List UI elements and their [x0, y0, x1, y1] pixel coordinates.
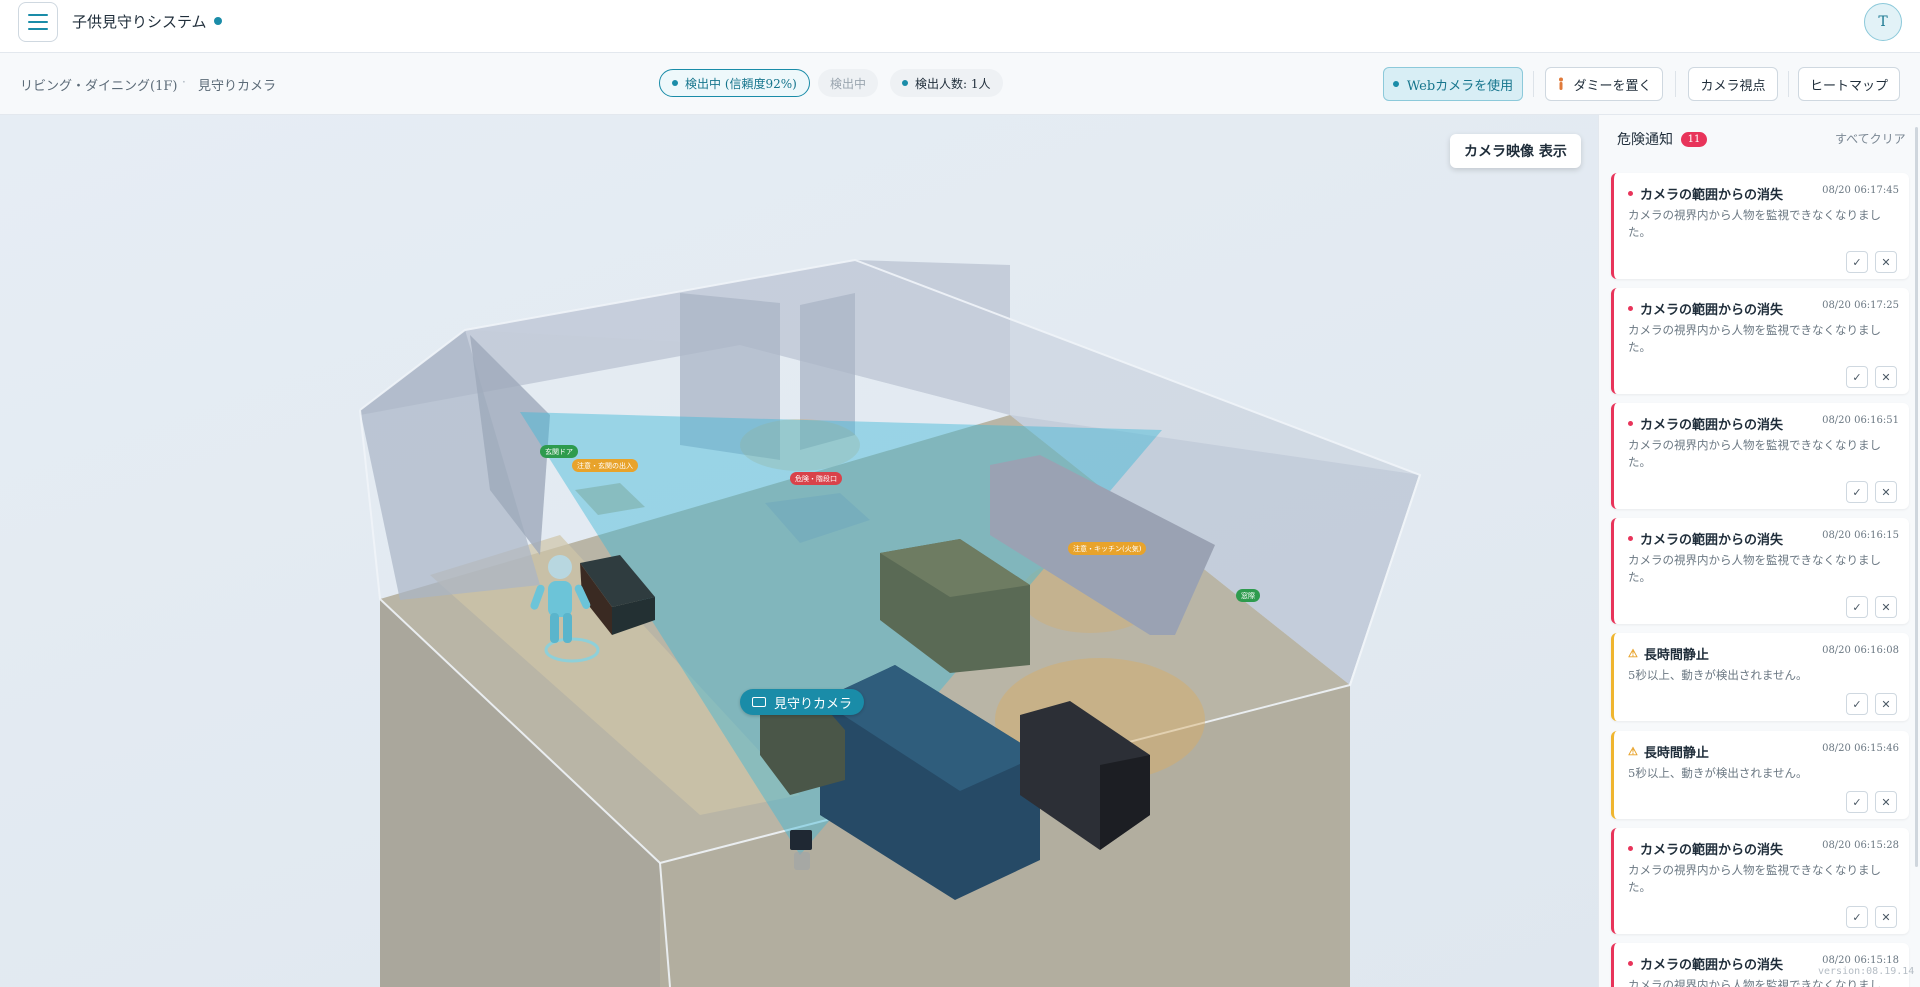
danger-dot-icon	[1628, 306, 1633, 311]
acknowledge-alert-button[interactable]: ✓	[1846, 251, 1868, 273]
room-scene	[359, 258, 1422, 987]
alert-card[interactable]: カメラの範囲からの消失 08/20 06:16:51 カメラの視界内から人物を監視で…	[1611, 403, 1909, 509]
connection-status-dot	[214, 17, 222, 25]
app-title: 子供見守りシステム	[72, 13, 207, 31]
alerts-header: 危険通知 11	[1617, 129, 1707, 149]
user-avatar[interactable]: T	[1864, 3, 1902, 41]
alerts-title: 危険通知	[1617, 132, 1673, 148]
alerts-count-badge: 11	[1681, 131, 1707, 147]
alert-time: 08/20 06:17:45	[1822, 185, 1899, 196]
clear-all-button[interactable]: すべてクリア	[1835, 130, 1906, 147]
danger-dot-icon	[1628, 846, 1633, 851]
alerts-panel: 危険通知 11 すべてクリア カメラの範囲からの消失 08/20 06:17:45…	[1598, 115, 1920, 987]
alert-title: カメラの範囲からの消失	[1628, 299, 1783, 318]
toolbar-divider	[1788, 71, 1789, 97]
dismiss-alert-button[interactable]: ✕	[1875, 791, 1897, 813]
camera-label[interactable]: 見守りカメラ	[740, 689, 865, 715]
detection-confidence-pill: 検出中 (信頼度92%)	[659, 69, 810, 97]
camera-view-button[interactable]: カメラ視点	[1688, 67, 1778, 101]
alert-title: ⚠ 長時間静止	[1628, 745, 1709, 761]
alert-title: カメラの範囲からの消失	[1628, 414, 1783, 433]
acknowledge-alert-button[interactable]: ✓	[1846, 693, 1868, 715]
alert-message: カメラの視界内から人物を監視できなくなりました。	[1628, 438, 1881, 469]
alert-message: カメラの視界内から人物を監視できなくなりました。	[1628, 978, 1881, 987]
alert-title: カメラの範囲からの消失	[1628, 184, 1783, 203]
alert-card[interactable]: カメラの範囲からの消失 08/20 06:15:28 カメラの視界内から人物を監視で…	[1611, 828, 1909, 934]
alert-card[interactable]: カメラの範囲からの消失 08/20 06:15:18 カメラの視界内から人物を監視で…	[1611, 943, 1909, 987]
alert-title: カメラの範囲からの消失	[1628, 839, 1783, 858]
camera-icon	[752, 697, 766, 707]
zone-tag-window[interactable]: 窓際	[1236, 589, 1260, 602]
danger-dot-icon	[1628, 961, 1633, 966]
alert-time: 08/20 06:17:25	[1822, 300, 1899, 311]
zone-tag-entrance-door[interactable]: 玄関ドア	[540, 445, 578, 458]
alert-time: 08/20 06:15:18	[1822, 955, 1899, 966]
danger-dot-icon	[1628, 536, 1633, 541]
alert-time: 08/20 06:15:28	[1822, 840, 1899, 851]
hamburger-menu-button[interactable]	[18, 2, 58, 42]
sub-toolbar: リビング・ダイニング(1F) · 見守りカメラ 検出中 (信頼度92%) 検出中…	[0, 53, 1920, 115]
alert-card[interactable]: カメラの範囲からの消失 08/20 06:16:15 カメラの視界内から人物を監視で…	[1611, 518, 1909, 624]
dismiss-alert-button[interactable]: ✕	[1875, 693, 1897, 715]
alert-message: 5秒以上、動きが検出されません。	[1628, 766, 1808, 780]
alert-card[interactable]: カメラの範囲からの消失 08/20 06:17:45 カメラの視界内から人物を監視で…	[1611, 173, 1909, 279]
alert-message: カメラの視界内から人物を監視できなくなりました。	[1628, 208, 1881, 239]
place-dummy-button[interactable]: ダミーを置く	[1545, 67, 1663, 101]
status-dot-icon	[1392, 81, 1399, 87]
danger-dot-icon	[1628, 191, 1633, 196]
heatmap-button[interactable]: ヒートマップ	[1798, 67, 1900, 101]
alert-title: カメラの範囲からの消失	[1628, 954, 1783, 973]
alerts-scrollbar[interactable]	[1915, 127, 1918, 867]
warning-icon: ⚠	[1628, 745, 1638, 758]
alert-time: 08/20 06:16:15	[1822, 530, 1899, 541]
alert-card[interactable]: ⚠ 長時間静止 08/20 06:16:08 5秒以上、動きが検出されません。 ✓ ✕	[1611, 633, 1909, 721]
top-header: 子供見守りシステム T	[0, 0, 1920, 53]
alert-time: 08/20 06:15:46	[1822, 743, 1899, 754]
acknowledge-alert-button[interactable]: ✓	[1846, 596, 1868, 618]
room-3d-viewport[interactable]: カメラ映像 表示 玄関ドア 注意・玄関の出入 危険・階段口 注意・キッチン(火気…	[0, 115, 1598, 987]
person-icon	[1559, 77, 1564, 90]
alert-message: カメラの視界内から人物を監視できなくなりました。	[1628, 863, 1881, 894]
detection-status-pill: 検出中	[818, 69, 879, 97]
dismiss-alert-button[interactable]: ✕	[1875, 251, 1897, 273]
alert-message: カメラの視界内から人物を監視できなくなりました。	[1628, 553, 1881, 584]
dismiss-alert-button[interactable]: ✕	[1875, 366, 1897, 388]
alert-time: 08/20 06:16:51	[1822, 415, 1899, 426]
status-dot-icon	[672, 80, 678, 86]
danger-dot-icon	[1628, 421, 1633, 426]
zone-tag-kitchen-warning[interactable]: 注意・キッチン(火気)	[1068, 542, 1147, 555]
alert-card[interactable]: カメラの範囲からの消失 08/20 06:17:25 カメラの視界内から人物を監視で…	[1611, 288, 1909, 394]
dismiss-alert-button[interactable]: ✕	[1875, 481, 1897, 503]
acknowledge-alert-button[interactable]: ✓	[1846, 366, 1868, 388]
alert-title: カメラの範囲からの消失	[1628, 529, 1783, 548]
zone-tag-danger-stairs[interactable]: 危険・階段口	[790, 472, 842, 485]
acknowledge-alert-button[interactable]: ✓	[1846, 906, 1868, 928]
alert-message: カメラの視界内から人物を監視できなくなりました。	[1628, 323, 1881, 354]
menu-icon	[28, 14, 48, 16]
alert-message: 5秒以上、動きが検出されません。	[1628, 668, 1808, 682]
breadcrumb-room[interactable]: リビング・ダイニング(1F)	[20, 75, 177, 94]
zone-tag-entrance-warning[interactable]: 注意・玄関の出入	[572, 459, 638, 472]
dismiss-alert-button[interactable]: ✕	[1875, 596, 1897, 618]
detected-child-figure	[548, 555, 572, 579]
breadcrumb-camera[interactable]: 見守りカメラ	[198, 75, 276, 94]
alert-time: 08/20 06:16:08	[1822, 645, 1899, 656]
warning-icon: ⚠	[1628, 647, 1638, 660]
camera-feed-toggle-button[interactable]: カメラ映像 表示	[1450, 134, 1581, 168]
toolbar-divider	[1675, 71, 1676, 97]
toolbar-divider	[1533, 71, 1534, 97]
use-webcam-button[interactable]: Webカメラを使用	[1383, 67, 1523, 101]
detected-count-pill: 検出人数: 1人	[890, 69, 1003, 97]
alert-title: ⚠ 長時間静止	[1628, 647, 1709, 663]
camera-device	[790, 830, 812, 850]
acknowledge-alert-button[interactable]: ✓	[1846, 791, 1868, 813]
version-label: version:08.19.14	[1818, 966, 1915, 977]
status-dot-icon	[902, 80, 908, 86]
breadcrumb-separator: ·	[182, 75, 186, 89]
acknowledge-alert-button[interactable]: ✓	[1846, 481, 1868, 503]
alert-card[interactable]: ⚠ 長時間静止 08/20 06:15:46 5秒以上、動きが検出されません。 ✓ ✕	[1611, 731, 1909, 819]
dismiss-alert-button[interactable]: ✕	[1875, 906, 1897, 928]
